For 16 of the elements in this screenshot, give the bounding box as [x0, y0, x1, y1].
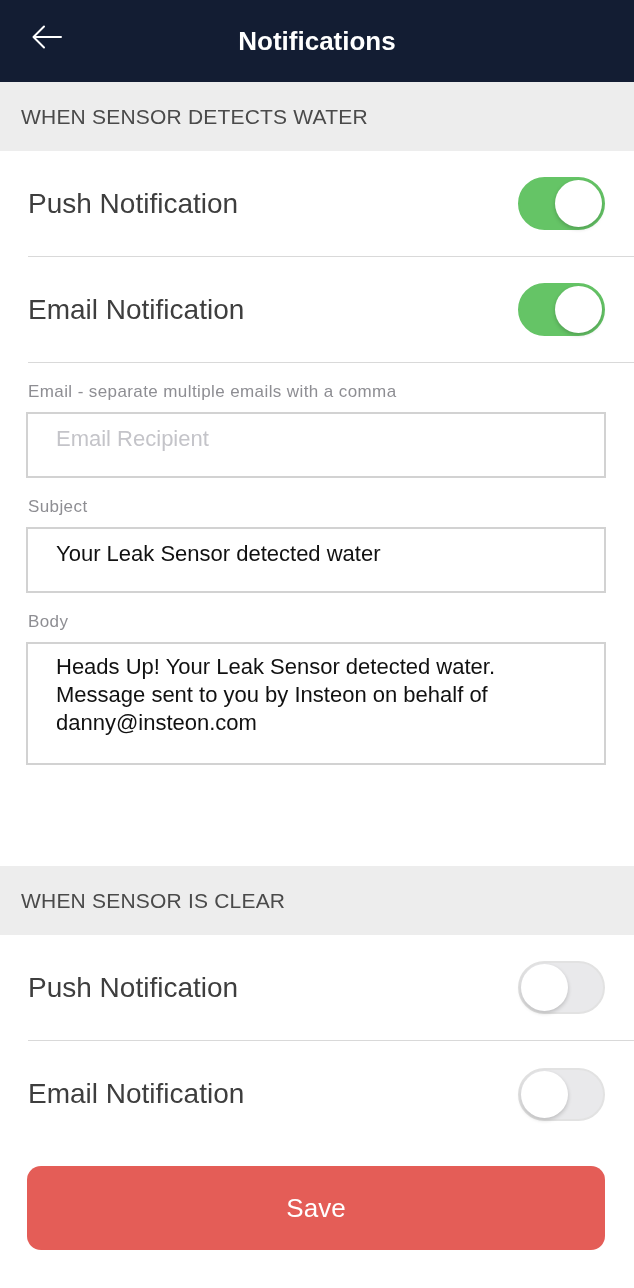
field-label: Body [28, 612, 70, 632]
section-title: WHEN SENSOR IS CLEAR [21, 888, 286, 913]
setting-label: Email Notification [28, 293, 245, 326]
section-title: WHEN SENSOR DETECTS WATER [21, 104, 368, 129]
setting-label: Push Notification [28, 971, 239, 1004]
screen-title: Notifications [238, 25, 396, 57]
setting-label: Push Notification [28, 187, 239, 220]
field-label: Email - separate multiple emails with a comma [28, 382, 398, 402]
toggle-switch[interactable] [518, 283, 605, 336]
text-area[interactable]: Heads Up! Your Leak Sensor detected water. Message sent to you by Insteon on behalf of danny@insteon.com [26, 642, 606, 765]
field-label: Subject [28, 497, 89, 517]
text-field[interactable]: Your Leak Sensor detected water [26, 527, 606, 593]
toggle-switch[interactable] [518, 177, 605, 230]
setting-label: Email Notification [28, 1078, 245, 1110]
back-icon[interactable] [32, 25, 62, 49]
save-button[interactable]: Save [27, 1166, 605, 1250]
